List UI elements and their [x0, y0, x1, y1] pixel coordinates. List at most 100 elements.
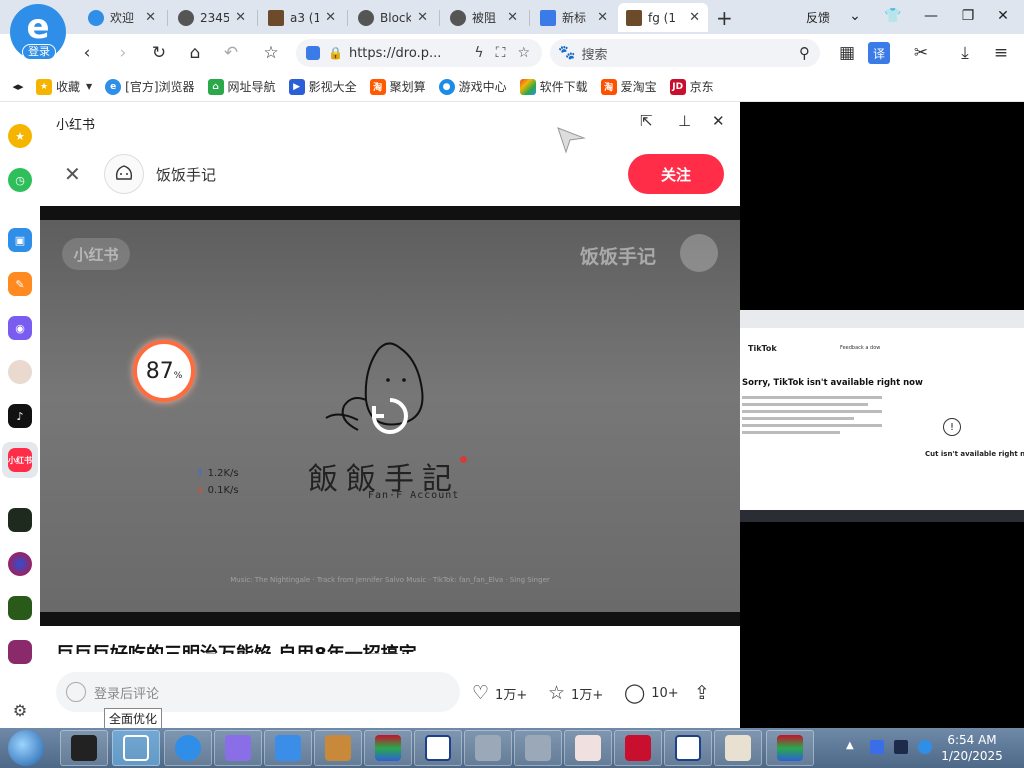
taskbar-app[interactable]: [664, 730, 712, 766]
bookmark-item[interactable]: ● 游戏中心: [438, 78, 507, 95]
author-name[interactable]: 饭饭手记: [156, 164, 216, 185]
close-tab-icon[interactable]: ✕: [507, 10, 518, 25]
home-icon[interactable]: ⌂: [184, 42, 206, 64]
taskbar-app[interactable]: [514, 730, 562, 766]
video-frame[interactable]: 小红书 饭饭手记 飯飯手記 Fan·F Account Music: The N…: [40, 220, 740, 612]
start-button[interactable]: [8, 730, 44, 766]
close-note-icon[interactable]: ✕: [64, 162, 81, 186]
chevron-down-icon[interactable]: ⌄: [842, 4, 868, 28]
scissors-icon[interactable]: ✂: [910, 42, 932, 64]
taskbar-app[interactable]: [766, 730, 814, 766]
taskbar-app[interactable]: [364, 730, 412, 766]
avatar-icon[interactable]: [8, 360, 32, 384]
taskbar-app[interactable]: [264, 730, 312, 766]
bookmark-item[interactable]: 淘聚划算: [369, 78, 426, 95]
taskbar-app[interactable]: [314, 730, 362, 766]
follow-button[interactable]: 关注: [628, 154, 724, 194]
tiktok-icon[interactable]: ♪: [8, 404, 32, 428]
game-orb-icon[interactable]: [8, 552, 32, 576]
tab-3[interactable]: a3 (1 ✕: [260, 3, 344, 32]
collect-button[interactable]: ☆ 1万+: [548, 682, 603, 704]
clock-icon[interactable]: ◷: [8, 168, 32, 192]
undo-icon[interactable]: ↶: [220, 42, 242, 64]
bookmark-item[interactable]: e [官方]浏览器: [105, 78, 195, 95]
author-avatar[interactable]: [104, 154, 144, 194]
url-text[interactable]: https://dro.p...: [349, 46, 474, 61]
network-icon[interactable]: [918, 740, 932, 754]
video-player[interactable]: 小红书 饭饭手记 飯飯手記 Fan·F Account Music: The N…: [40, 206, 740, 626]
gamepad-icon[interactable]: ◉: [8, 316, 32, 340]
star-icon[interactable]: ★: [8, 124, 32, 148]
sidebar-toggle-icon[interactable]: ◂▸: [0, 80, 36, 93]
briefcase-icon[interactable]: ▣: [8, 228, 32, 252]
taskbar-app[interactable]: [564, 730, 612, 766]
tab-1[interactable]: 欢迎 ✕: [80, 3, 164, 32]
open-external-icon[interactable]: ⇱: [640, 112, 653, 130]
browser-logo[interactable]: e 登录: [10, 4, 66, 60]
search-icon[interactable]: ⚲: [799, 44, 810, 62]
taskbar-app[interactable]: [614, 730, 662, 766]
new-tab-plus-icon[interactable]: +: [716, 6, 733, 30]
window-close-icon[interactable]: ✕: [990, 4, 1016, 28]
tray-expand-icon[interactable]: ▲: [846, 740, 860, 754]
game-fly-icon[interactable]: [8, 596, 32, 620]
bookmark-star-icon[interactable]: ☆: [517, 45, 530, 61]
translate-icon[interactable]: 译: [868, 42, 890, 64]
monitor-icon[interactable]: [894, 740, 908, 754]
replay-icon[interactable]: [366, 392, 414, 440]
game-dragon-icon[interactable]: [8, 508, 32, 532]
embedded-screenshot[interactable]: TikTok Feedback a dow Sorry, TikTok isn'…: [740, 310, 1024, 510]
favorites-list-icon[interactable]: ☆: [260, 42, 282, 64]
search-box[interactable]: 🐾 搜索 ⚲: [550, 39, 820, 67]
download-icon[interactable]: ⤓: [954, 42, 976, 64]
settings-icon[interactable]: ⚙: [8, 698, 32, 722]
tray-app-icon[interactable]: [870, 740, 884, 754]
taskbar-app[interactable]: [414, 730, 462, 766]
share-button[interactable]: ⇪: [694, 682, 716, 704]
network-speed-gauge[interactable]: 87%: [133, 340, 195, 402]
minimize-icon[interactable]: —: [918, 4, 944, 28]
close-panel-icon[interactable]: ✕: [712, 112, 725, 130]
taskbar-app[interactable]: [60, 730, 108, 766]
taskbar-app[interactable]: [464, 730, 512, 766]
tab-7-active[interactable]: fg (1 ✕: [618, 3, 708, 32]
tab-6[interactable]: 新标 ✕: [532, 3, 616, 32]
xiaohongshu-icon[interactable]: 小红书: [8, 448, 32, 472]
tab-2[interactable]: 2345 ✕: [170, 3, 254, 32]
forward-icon[interactable]: ›: [112, 42, 134, 64]
close-tab-icon[interactable]: ✕: [325, 10, 336, 25]
bookmark-item[interactable]: ▶ 影视大全: [288, 78, 357, 95]
screenshot-icon[interactable]: ⛶: [496, 45, 506, 61]
bookmark-item[interactable]: ★ 收藏 ▼: [36, 78, 92, 95]
close-tab-icon[interactable]: ✕: [689, 10, 700, 25]
taskbar-app[interactable]: [112, 730, 160, 766]
restore-icon[interactable]: ❐: [955, 4, 981, 28]
close-tab-icon[interactable]: ✕: [597, 10, 608, 25]
taskbar-app[interactable]: [164, 730, 212, 766]
tab-4[interactable]: Block ✕: [350, 3, 436, 32]
system-clock[interactable]: 6:54 AM 1/20/2025: [940, 732, 1004, 764]
pin-icon[interactable]: ⊥: [678, 112, 691, 130]
comment-button[interactable]: ◯ 10+: [624, 682, 679, 704]
address-bar[interactable]: 🔒 https://dro.p... ϟ ⛶ ☆: [296, 39, 542, 67]
taskbar-app[interactable]: [214, 730, 262, 766]
refresh-icon[interactable]: ↻: [148, 42, 170, 64]
comment-input[interactable]: 登录后评论: [56, 672, 460, 712]
grid-apps-icon[interactable]: ▦: [836, 42, 858, 64]
bookmark-item[interactable]: JD 京东: [669, 78, 714, 95]
close-tab-icon[interactable]: ✕: [417, 10, 428, 25]
feedback-link[interactable]: 反馈: [806, 9, 830, 26]
menu-icon[interactable]: ≡: [990, 42, 1012, 64]
bookmark-item[interactable]: ⌂ 网址导航: [207, 78, 276, 95]
close-tab-icon[interactable]: ✕: [145, 10, 156, 25]
like-button[interactable]: ♡ 1万+: [472, 682, 527, 704]
close-tab-icon[interactable]: ✕: [235, 10, 246, 25]
login-badge[interactable]: 登录: [22, 44, 56, 60]
lightning-icon[interactable]: ϟ: [474, 45, 483, 61]
bookmark-item[interactable]: 淘爱淘宝: [600, 78, 657, 95]
pen-icon[interactable]: ✎: [8, 272, 32, 296]
back-icon[interactable]: ‹: [76, 42, 98, 64]
taskbar-app[interactable]: [714, 730, 762, 766]
bookmark-item[interactable]: 软件下载: [519, 78, 588, 95]
tab-5[interactable]: 被阻 ✕: [442, 3, 526, 32]
